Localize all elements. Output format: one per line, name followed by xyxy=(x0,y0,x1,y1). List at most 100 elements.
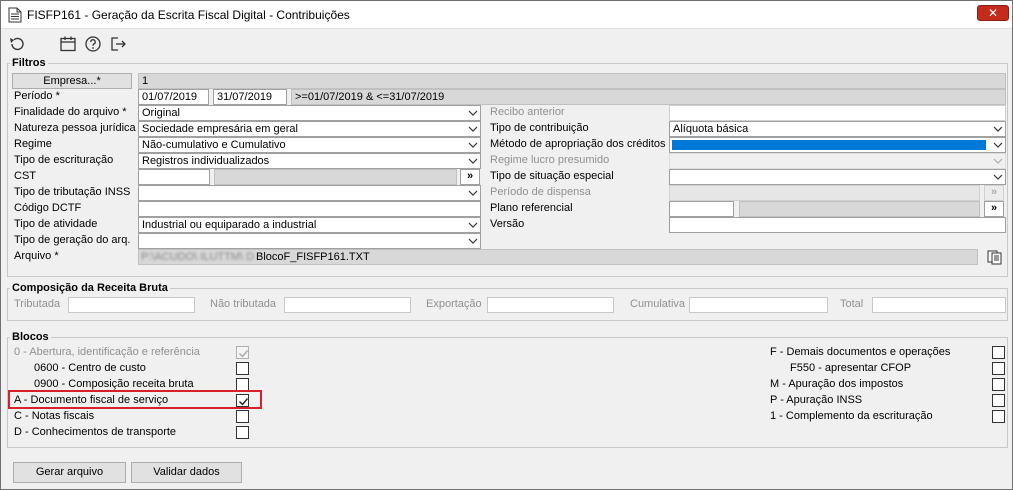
bloco-c-checkbox[interactable] xyxy=(236,410,249,423)
exportacao-field[interactable] xyxy=(487,297,614,313)
window-title: FISFP161 - Geração da Escrita Fiscal Dig… xyxy=(27,8,350,22)
close-icon: ✕ xyxy=(987,6,999,20)
tipo-tributacao-select[interactable] xyxy=(138,185,481,201)
tipo-contribuicao-value: Alíquota básica xyxy=(673,123,749,135)
tipo-situacao-select[interactable] xyxy=(669,169,1006,185)
cumulativa-field[interactable] xyxy=(689,297,828,313)
cst-lookup-button[interactable]: » xyxy=(460,169,480,185)
check-icon xyxy=(239,350,249,358)
tipo-atividade-select[interactable]: Industrial ou equiparado a industrial xyxy=(138,217,481,233)
bloco-1-checkbox[interactable] xyxy=(992,410,1005,423)
versao-label: Versão xyxy=(490,218,525,230)
metodo-selection-highlight xyxy=(672,140,986,150)
bloco-0900-label: 0900 - Composição receita bruta xyxy=(34,378,194,390)
cst-description xyxy=(214,169,457,185)
tipo-escrituracao-value: Registros individualizados xyxy=(142,155,270,167)
plano-description xyxy=(739,201,980,217)
validar-dados-button[interactable]: Validar dados xyxy=(131,462,242,483)
file-browse-icon[interactable] xyxy=(986,249,1004,265)
bloco-f-label: F - Demais documentos e operações xyxy=(770,346,951,358)
tipo-contribuicao-label: Tipo de contribuição xyxy=(490,122,589,134)
total-label: Total xyxy=(840,298,864,310)
bloco-d-checkbox[interactable] xyxy=(236,426,249,439)
close-button[interactable]: ✕ xyxy=(977,5,1009,21)
bloco-p-checkbox[interactable] xyxy=(992,394,1005,407)
bloco-m-checkbox[interactable] xyxy=(992,378,1005,391)
bloco-0600-checkbox[interactable] xyxy=(236,362,249,375)
finalidade-value: Original xyxy=(142,107,180,119)
recibo-label: Recibo anterior xyxy=(490,106,565,118)
chevron-down-icon xyxy=(468,238,478,244)
plano-lookup-button[interactable]: » xyxy=(984,201,1004,217)
empresa-button[interactable]: Empresa...* xyxy=(12,73,132,89)
regime-select[interactable]: Não-cumulativo e Cumulativo xyxy=(138,137,481,153)
tipo-atividade-label: Tipo de atividade xyxy=(14,218,98,230)
chevron-down-icon xyxy=(468,142,478,148)
codigo-dctf-field[interactable] xyxy=(138,201,481,217)
chevron-down-icon xyxy=(468,158,478,164)
periodo-label: Período * xyxy=(14,90,60,102)
plano-field[interactable] xyxy=(669,201,734,217)
tipo-situacao-label: Tipo de situação especial xyxy=(490,170,614,182)
tipo-geracao-label: Tipo de geração do arq. xyxy=(14,234,131,246)
bloco-f550-checkbox[interactable] xyxy=(992,362,1005,375)
calendar-icon[interactable] xyxy=(59,35,77,53)
bloco-0600-label: 0600 - Centro de custo xyxy=(34,362,146,374)
nao-tributada-label: Não tributada xyxy=(210,298,277,310)
natureza-value: Sociedade empresária em geral xyxy=(142,123,298,135)
finalidade-select[interactable]: Original xyxy=(138,105,481,121)
recibo-field[interactable] xyxy=(669,105,1006,121)
filtros-title: Filtros xyxy=(10,57,48,69)
document-icon xyxy=(8,7,22,23)
highlight-box xyxy=(8,390,262,409)
regime-value: Não-cumulativo e Cumulativo xyxy=(142,139,286,151)
undo-icon[interactable] xyxy=(8,35,26,53)
cumulativa-label: Cumulativa xyxy=(630,298,686,310)
exit-icon[interactable] xyxy=(109,35,127,53)
bloco-f-checkbox[interactable] xyxy=(992,346,1005,359)
tipo-escrituracao-select[interactable]: Registros individualizados xyxy=(138,153,481,169)
natureza-select[interactable]: Sociedade empresária em geral xyxy=(138,121,481,137)
bloco-p-label: P - Apuração INSS xyxy=(770,394,863,406)
metodo-select[interactable] xyxy=(669,137,1006,153)
chevron-down-icon xyxy=(468,126,478,132)
arquivo-field[interactable]: P:\ACUDO\ ILUTTM\ D BlocoF_FISFP161.TXT xyxy=(138,249,978,265)
help-icon[interactable] xyxy=(84,35,102,53)
tipo-geracao-select[interactable] xyxy=(138,233,481,249)
regime-label: Regime xyxy=(14,138,52,150)
cst-field[interactable] xyxy=(138,169,210,185)
bloco-0-label: 0 - Abertura, identificação e referência xyxy=(14,346,200,358)
regime-lucro-select xyxy=(669,153,1006,169)
tipo-contribuicao-select[interactable]: Alíquota básica xyxy=(669,121,1006,137)
periodo-dispensa-label: Período de dispensa xyxy=(490,186,591,198)
composicao-title: Composição da Receita Bruta xyxy=(10,282,170,294)
metodo-label: Método de apropriação dos créditos xyxy=(490,138,666,150)
bloco-0-checkbox xyxy=(236,346,249,359)
gerar-arquivo-button[interactable]: Gerar arquivo xyxy=(13,462,126,483)
periodo-start-field[interactable]: 01/07/2019 xyxy=(138,89,209,105)
total-field[interactable] xyxy=(872,297,1006,313)
bloco-m-label: M - Apuração dos impostos xyxy=(770,378,904,390)
title-bar: FISFP161 - Geração da Escrita Fiscal Dig… xyxy=(1,1,1012,29)
arquivo-label: Arquivo * xyxy=(14,250,59,262)
chevron-down-icon xyxy=(468,190,478,196)
tipo-escrituracao-label: Tipo de escrituração xyxy=(14,154,114,166)
arquivo-filename: BlocoF_FISFP161.TXT xyxy=(256,251,370,263)
natureza-label: Natureza pessoa jurídica xyxy=(14,122,136,134)
tributada-field[interactable] xyxy=(68,297,195,313)
nao-tributada-field[interactable] xyxy=(284,297,411,313)
tributada-label: Tributada xyxy=(14,298,61,310)
periodo-end-field[interactable]: 31/07/2019 xyxy=(213,89,287,105)
versao-field[interactable] xyxy=(669,217,1006,233)
chevron-down-icon xyxy=(993,142,1003,148)
bloco-c-label: C - Notas fiscais xyxy=(14,410,95,422)
tipo-atividade-value: Industrial ou equiparado a industrial xyxy=(142,219,317,231)
arquivo-path-blurred: P:\ACUDO\ ILUTTM\ D xyxy=(141,251,255,263)
periodo-dispensa-field xyxy=(669,185,980,201)
finalidade-label: Finalidade do arquivo * xyxy=(14,106,127,118)
tipo-tributacao-label: Tipo de tributação INSS xyxy=(14,186,131,198)
regime-lucro-label: Regime lucro presumido xyxy=(490,154,610,166)
bloco-1-label: 1 - Complemento da escrituração xyxy=(770,410,933,422)
main-window: FISFP161 - Geração da Escrita Fiscal Dig… xyxy=(0,0,1013,490)
plano-label: Plano referencial xyxy=(490,202,573,214)
